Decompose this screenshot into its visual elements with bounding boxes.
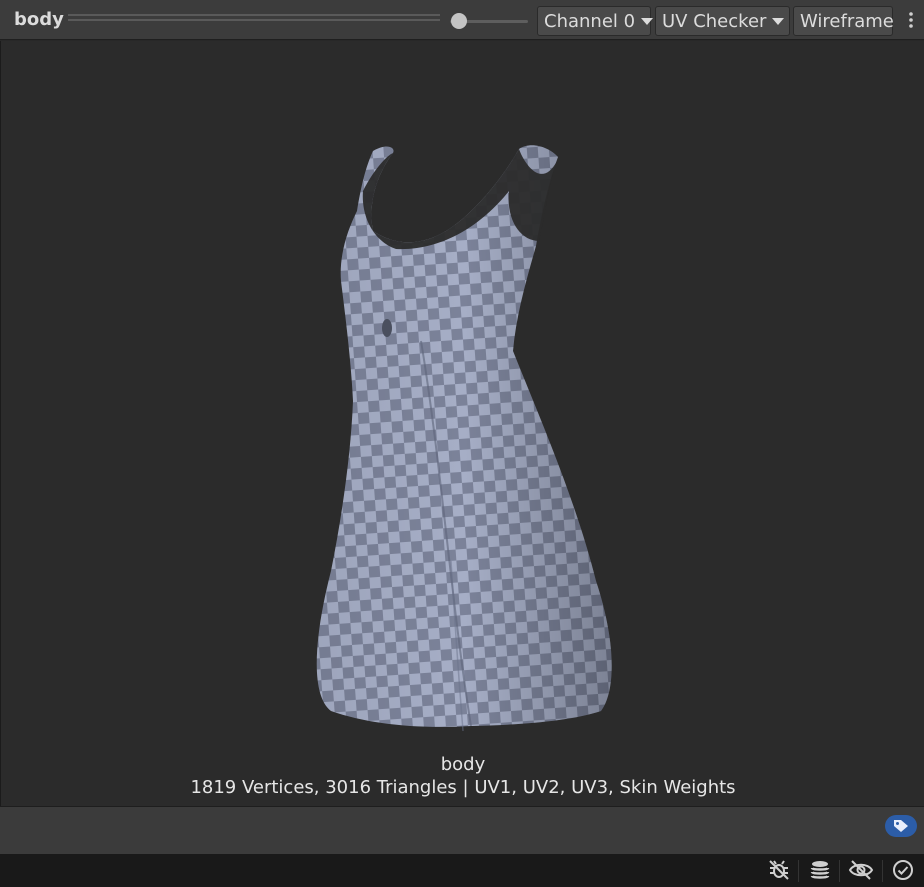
channel-dropdown-label: Channel 0 [544,10,636,32]
wireframe-toggle[interactable]: Wireframe [793,6,894,36]
asset-labels-bar [0,806,924,854]
view-mode-dropdown-label: UV Checker [662,10,767,32]
mesh-stats-caption: 1819 Vertices, 3016 Triangles | UV1, UV2… [190,777,736,798]
status-separator [798,860,799,882]
more-options-icon[interactable] [908,10,914,30]
drag-handle[interactable] [68,14,440,24]
debug-off-icon[interactable] [764,856,794,884]
preview-title: body [14,9,64,30]
status-separator [839,860,840,882]
checkmark-circle-icon[interactable] [888,856,918,884]
chevron-down-icon [772,17,785,25]
chevron-down-icon [641,17,654,25]
tag-icon[interactable] [885,815,917,837]
zoom-slider-thumb[interactable] [451,13,467,29]
wireframe-toggle-label: Wireframe [800,10,894,32]
preview-toolbar: body Channel 0 UV Checker Wireframe [0,0,924,40]
visibility-off-icon[interactable] [846,856,876,884]
channel-dropdown[interactable]: Channel 0 [537,6,654,36]
layers-icon[interactable] [805,856,835,884]
status-separator [882,860,883,882]
view-mode-dropdown[interactable]: UV Checker [655,6,790,36]
mesh-name-caption: body [440,754,486,775]
mesh-preview-viewport[interactable]: body 1819 Vertices, 3016 Triangles | UV1… [0,41,924,806]
dress-mesh-render [316,145,612,732]
